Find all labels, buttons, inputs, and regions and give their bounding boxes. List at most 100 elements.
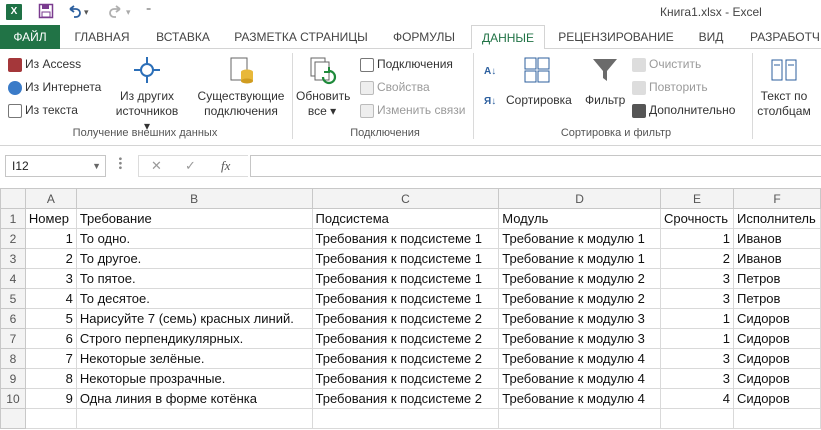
cell-b2[interactable]: То одно. <box>75 228 313 249</box>
from-text-button[interactable]: Из текста <box>8 101 78 119</box>
undo-icon[interactable] <box>66 3 82 21</box>
cell-a5[interactable]: 4 <box>24 288 77 309</box>
column-header-a[interactable]: A <box>24 188 77 209</box>
cell-b10[interactable]: Одна линия в форме котёнка <box>75 388 313 409</box>
tab-developer[interactable]: РАЗРАБОТЧ <box>742 25 821 49</box>
tab-insert[interactable]: ВСТАВКА <box>146 25 220 49</box>
row-header[interactable]: 3 <box>0 248 26 269</box>
reapply-button[interactable]: Повторить <box>632 78 708 96</box>
column-header-d[interactable]: D <box>498 188 662 209</box>
edit-links-button[interactable]: Изменить связи <box>360 101 465 119</box>
enter-icon[interactable]: ✓ <box>185 158 196 174</box>
insert-function-icon[interactable]: fx <box>221 158 230 174</box>
cell-c8[interactable]: Требования к подсистеме 2 <box>311 348 500 369</box>
cell-a2[interactable]: 1 <box>24 228 77 249</box>
empty-cell[interactable] <box>660 408 734 429</box>
select-all-corner[interactable] <box>0 188 26 209</box>
cell-b6[interactable]: Нарисуйте 7 (семь) красных линий. <box>75 308 313 329</box>
cell-b4[interactable]: То пятое. <box>75 268 313 289</box>
cell-f6[interactable]: Сидоров <box>732 308 821 329</box>
filter-button[interactable] <box>580 55 630 89</box>
resize-handle-icon[interactable]: ••• <box>114 157 125 171</box>
empty-cell[interactable] <box>75 408 313 429</box>
tab-home[interactable]: ГЛАВНАЯ <box>64 25 140 49</box>
cell-a3[interactable]: 2 <box>24 248 77 269</box>
chevron-down-icon[interactable]: ▼ <box>92 156 101 176</box>
tab-page-layout[interactable]: РАЗМЕТКА СТРАНИЦЫ <box>226 25 376 49</box>
redo-icon[interactable] <box>108 3 124 21</box>
cell-f4[interactable]: Петров <box>732 268 821 289</box>
row-header[interactable]: 9 <box>0 368 26 389</box>
cell-c4[interactable]: Требования к подсистеме 1 <box>311 268 500 289</box>
clear-filter-button[interactable]: Очистить <box>632 55 701 73</box>
from-access-button[interactable]: Из Access <box>8 55 81 73</box>
cell-c6[interactable]: Требования к подсистеме 2 <box>311 308 500 329</box>
tab-formulas[interactable]: ФОРМУЛЫ <box>382 25 466 49</box>
from-other-sources-button[interactable]: Из других источников ▾ <box>112 55 182 134</box>
column-header-e[interactable]: E <box>660 188 734 209</box>
properties-button[interactable]: Свойства <box>360 78 430 96</box>
sort-label[interactable]: Сортировка <box>506 91 572 109</box>
name-box[interactable]: I12 ▼ <box>5 155 106 177</box>
cell-c10[interactable]: Требования к подсистеме 2 <box>311 388 500 409</box>
refresh-all-button[interactable]: Обновить все ▾ <box>296 55 350 119</box>
undo-dropdown-icon[interactable]: ▾ <box>84 3 89 21</box>
cell-f7[interactable]: Сидоров <box>732 328 821 349</box>
cell-c7[interactable]: Требования к подсистеме 2 <box>311 328 500 349</box>
empty-cell[interactable] <box>732 408 821 429</box>
row-header[interactable]: 10 <box>0 388 26 409</box>
cell-a6[interactable]: 5 <box>24 308 77 329</box>
cell-e6[interactable]: 1 <box>660 308 734 329</box>
tab-view[interactable]: ВИД <box>686 25 736 49</box>
tab-review[interactable]: РЕЦЕНЗИРОВАНИЕ <box>552 25 680 49</box>
advanced-filter-button[interactable]: Дополнительно <box>632 101 735 119</box>
cell-d9[interactable]: Требование к модулю 4 <box>498 368 662 389</box>
cell-a4[interactable]: 3 <box>24 268 77 289</box>
cell-b5[interactable]: То десятое. <box>75 288 313 309</box>
sort-ascending-icon[interactable]: A↓ <box>484 63 496 81</box>
cell-d8[interactable]: Требование к модулю 4 <box>498 348 662 369</box>
cell-d1[interactable]: Модуль <box>498 208 662 229</box>
cell-e3[interactable]: 2 <box>660 248 734 269</box>
tab-file[interactable]: ФАЙЛ <box>0 25 60 49</box>
formula-input[interactable] <box>250 155 821 177</box>
cell-f5[interactable]: Петров <box>732 288 821 309</box>
sort-button[interactable] <box>504 55 570 89</box>
cell-f1[interactable]: Исполнитель <box>732 208 821 229</box>
cell-b7[interactable]: Строго перпендикулярных. <box>75 328 313 349</box>
cell-e2[interactable]: 1 <box>660 228 734 249</box>
cell-c9[interactable]: Требования к подсистеме 2 <box>311 368 500 389</box>
tab-data[interactable]: ДАННЫЕ <box>471 25 545 50</box>
cell-e10[interactable]: 4 <box>660 388 734 409</box>
row-header[interactable]: 7 <box>0 328 26 349</box>
cell-a8[interactable]: 7 <box>24 348 77 369</box>
row-header[interactable]: 2 <box>0 228 26 249</box>
cell-a9[interactable]: 8 <box>24 368 77 389</box>
existing-connections-button[interactable]: Существующие подключения <box>194 55 288 119</box>
cell-c3[interactable]: Требования к подсистеме 1 <box>311 248 500 269</box>
column-header-f[interactable]: F <box>732 188 821 209</box>
cell-c1[interactable]: Подсистема <box>311 208 500 229</box>
row-header[interactable]: 1 <box>0 208 26 229</box>
cell-b1[interactable]: Требование <box>75 208 313 229</box>
cell-c5[interactable]: Требования к подсистеме 1 <box>311 288 500 309</box>
row-header[interactable]: 6 <box>0 308 26 329</box>
cell-e1[interactable]: Срочность <box>660 208 734 229</box>
empty-cell[interactable] <box>311 408 500 429</box>
cancel-icon[interactable]: ✕ <box>151 158 162 174</box>
cell-f10[interactable]: Сидоров <box>732 388 821 409</box>
cell-b9[interactable]: Некоторые прозрачные. <box>75 368 313 389</box>
save-icon[interactable] <box>38 3 54 21</box>
cell-e4[interactable]: 3 <box>660 268 734 289</box>
row-header[interactable]: 5 <box>0 288 26 309</box>
cell-f2[interactable]: Иванов <box>732 228 821 249</box>
text-to-columns-button[interactable]: Текст по столбцам <box>756 55 812 119</box>
cell-b8[interactable]: Некоторые зелёные. <box>75 348 313 369</box>
cell-f9[interactable]: Сидоров <box>732 368 821 389</box>
column-header-c[interactable]: C <box>311 188 500 209</box>
cell-d5[interactable]: Требование к модулю 2 <box>498 288 662 309</box>
cell-c2[interactable]: Требования к подсистеме 1 <box>311 228 500 249</box>
cell-d4[interactable]: Требование к модулю 2 <box>498 268 662 289</box>
cell-e9[interactable]: 3 <box>660 368 734 389</box>
sort-descending-icon[interactable]: Я↓ <box>484 93 496 111</box>
